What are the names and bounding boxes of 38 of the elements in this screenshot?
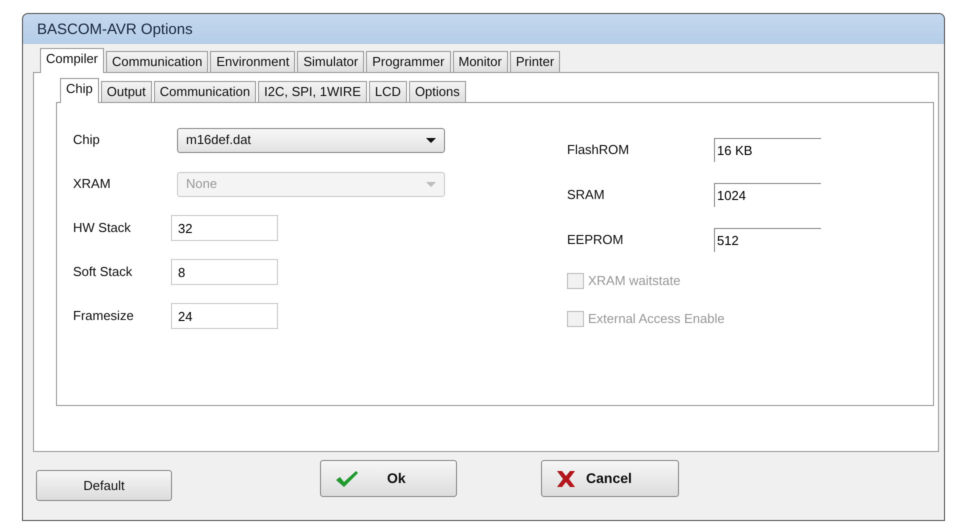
tab[interactable]: I2C, SPI, 1WIRE [258, 81, 367, 102]
input-field[interactable]: 1024 [714, 182, 821, 206]
tab[interactable]: Chip [60, 78, 99, 103]
dropdown-arrow-icon [426, 182, 436, 186]
dropdown[interactable]: m16def.dat [177, 128, 445, 152]
tab[interactable]: Monitor [452, 51, 508, 72]
ok-button[interactable]: Ok [320, 460, 457, 497]
field-label: Soft Stack [73, 263, 134, 282]
input-field[interactable]: 16 KB [714, 138, 821, 162]
x-icon [554, 468, 578, 488]
tab[interactable]: Options [408, 81, 466, 102]
input-field[interactable]: 32 [171, 215, 278, 241]
tab[interactable]: Communication [106, 51, 208, 72]
checkbox-label: External Access Enable [588, 310, 725, 328]
input-field[interactable]: 24 [171, 303, 278, 329]
field-label: XRAM [73, 175, 112, 194]
field-label: Framesize [73, 307, 135, 326]
tab[interactable]: Simulator [297, 51, 364, 72]
tab[interactable]: Environment [210, 51, 296, 72]
tab[interactable]: Communication [154, 81, 256, 102]
field-label: EEPROM [567, 230, 624, 249]
tab[interactable]: Compiler [40, 48, 104, 73]
cancel-button[interactable]: Cancel [541, 460, 679, 497]
input-field[interactable]: 8 [171, 259, 278, 285]
tab[interactable]: Programmer [366, 51, 450, 72]
input-field[interactable]: 512 [714, 228, 821, 252]
dropdown-arrow-icon [426, 138, 436, 142]
window-title: BASCOM-AVR Options [37, 20, 193, 40]
field-label: SRAM [567, 186, 606, 204]
field-label: HW Stack [73, 219, 132, 238]
tab[interactable]: Output [100, 81, 152, 102]
tab[interactable]: Printer [510, 51, 560, 72]
checkbox-label: XRAM waitstate [588, 272, 680, 290]
default-button[interactable]: Default [36, 470, 172, 501]
checkmark-icon [335, 468, 359, 488]
field-label: FlashROM [567, 140, 630, 159]
field-label: Chip [73, 131, 101, 150]
tab[interactable]: LCD [368, 81, 407, 102]
